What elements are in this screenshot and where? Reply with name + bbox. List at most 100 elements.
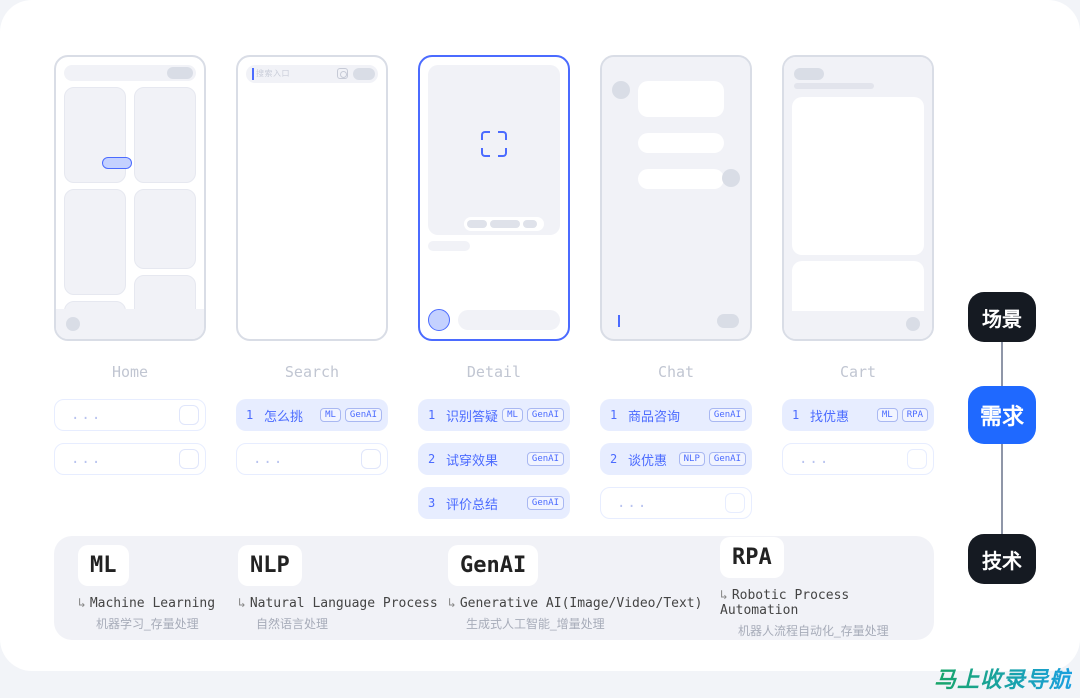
scenario-item: 1 商品咨询 GenAI [600,399,752,431]
tech-tag: RPA [902,408,928,423]
tech-sub: 生成式人工智能_增量处理 [466,615,720,632]
chat-bubble [638,133,724,153]
scenario-item: 1 找优惠 ML RPA [782,399,934,431]
tech-tag: GenAI [345,408,382,423]
home-topbar [64,65,196,81]
phone-label: Chat [658,363,694,381]
tech-genai: GenAI ↳ Generative AI(Image/Video/Text) 生… [448,545,720,632]
detail-price-stub [428,241,470,251]
cart-item-card [792,97,924,255]
scenario-list-chat: 1 商品咨询 GenAI 2 谈优惠 NLP GenAI ... [600,399,752,519]
tech-abbr: NLP [238,545,302,586]
nav-connector [1001,444,1003,534]
nav-pill-tech: 技术 [968,534,1036,584]
nav-pill-demand: 需求 [968,386,1036,444]
chat-bubble [638,81,724,117]
tech-abbr: GenAI [448,545,538,586]
chat-bubble [638,169,724,189]
col-detail: Detail 1 识别答疑 ML GenAI 2 试穿效果 GenAI [418,55,570,519]
scenario-item: 2 试穿效果 GenAI [418,443,570,475]
tech-full: Generative AI(Image/Video/Text) [460,596,703,611]
phone-label: Cart [840,363,876,381]
placeholder-box [361,449,381,469]
tech-tag: GenAI [527,408,564,423]
phone-label: Detail [467,363,521,381]
avatar-icon [722,169,740,187]
arrow-icon: ↳ [720,588,728,603]
phone-label: Home [112,363,148,381]
arrow-icon: ↳ [78,596,86,611]
tech-tag: NLP [679,452,705,467]
home-highlight-pill [102,157,132,169]
watermark: 马上收录导航 [934,662,1072,694]
tech-sub: 机器学习_存量处理 [96,615,238,632]
arrow-icon: ↳ [448,596,456,611]
tech-tag: ML [320,408,341,423]
detail-sku-bar [464,217,544,231]
scenario-empty: ... [54,443,206,475]
tech-sub: 自然语言处理 [256,615,448,632]
arrow-icon: ↳ [238,596,246,611]
cart-bottom-bar [784,311,932,339]
send-pill [717,314,739,328]
cart-hint-line [794,83,874,89]
tech-abbr: RPA [720,537,784,578]
tech-tag: GenAI [527,496,564,511]
diagram-canvas: Home ... ... 搜索入口 [0,0,1080,671]
detail-ai-button [428,309,450,331]
home-bottom-dot [66,317,80,331]
placeholder-box [725,493,745,513]
scenario-list-detail: 1 识别答疑 ML GenAI 2 试穿效果 GenAI 3 评价总 [418,399,570,519]
col-cart: Cart 1 找优惠 ML RPA ... [782,55,934,519]
search-placeholder: 搜索入口 [256,68,290,79]
placeholder-box [179,449,199,469]
scenario-empty: ... [600,487,752,519]
scan-icon [481,131,507,157]
tech-ml: ML ↳ Machine Learning 机器学习_存量处理 [78,545,238,632]
scenario-empty: ... [236,443,388,475]
col-home: Home ... ... [54,55,206,519]
col-search: 搜索入口 Search 1 怎么挑 ML GenAI ... [236,55,388,519]
tech-legend-bar: ML ↳ Machine Learning 机器学习_存量处理 NLP ↳ Natu… [54,536,934,640]
tech-rpa: RPA ↳Robotic Process Automation 机器人流程自动化… [720,537,920,639]
scenario-item: 1 识别答疑 ML GenAI [418,399,570,431]
tech-tag: GenAI [527,452,564,467]
scenario-item: 2 谈优惠 NLP GenAI [600,443,752,475]
placeholder-box [179,405,199,425]
tech-full: Machine Learning [90,596,215,611]
placeholder-box [907,449,927,469]
camera-icon [337,68,348,79]
phone-home [54,55,206,341]
scenario-list-home: ... ... [54,399,206,475]
scenario-list-cart: 1 找优惠 ML RPA ... [782,399,934,475]
tech-abbr: ML [78,545,129,586]
scenario-item: 1 怎么挑 ML GenAI [236,399,388,431]
detail-buy-bar [458,310,560,330]
scenario-empty: ... [782,443,934,475]
scenario-empty: ... [54,399,206,431]
phone-row: Home ... ... 搜索入口 [54,55,934,519]
phone-chat [600,55,752,341]
phone-label: Search [285,363,339,381]
phone-cart [782,55,934,341]
tech-tag: GenAI [709,408,746,423]
home-card [64,189,126,295]
nav-pill-scene: 场景 [968,292,1036,342]
tech-tag: ML [502,408,523,423]
scenario-list-search: 1 怎么挑 ML GenAI ... [236,399,388,475]
avatar-icon [612,81,630,99]
col-chat: Chat 1 商品咨询 GenAI 2 谈优惠 NLP GenAI [600,55,752,519]
home-card [134,189,196,269]
tech-full: Natural Language Process [250,596,438,611]
detail-bottom-bar [428,309,560,331]
search-bar: 搜索入口 [246,65,378,83]
tech-sub: 机器人流程自动化_存量处理 [738,622,920,639]
tech-tag: ML [877,408,898,423]
detail-image-area [428,65,560,235]
tech-tag: GenAI [709,452,746,467]
phone-search: 搜索入口 [236,55,388,341]
tech-full: Robotic Process Automation [720,588,849,618]
chat-input [610,311,742,331]
scenario-item: 3 评价总结 GenAI [418,487,570,519]
tech-nlp: NLP ↳ Natural Language Process 自然语言处理 [238,545,448,632]
